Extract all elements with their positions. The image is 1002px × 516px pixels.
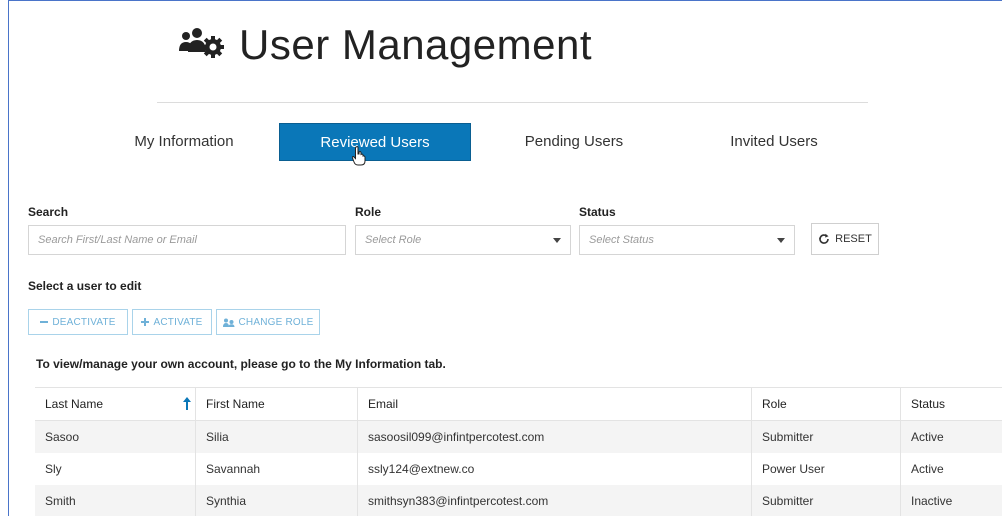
cell-last-name: Sasoo: [45, 430, 80, 444]
cell-first-name: Synthia: [195, 485, 357, 516]
tab-invited-users[interactable]: Invited Users: [699, 123, 849, 161]
role-select-placeholder: Select Role: [365, 234, 422, 246]
sort-ascending-icon[interactable]: [183, 397, 191, 410]
tab-bar: My Information Reviewed Users Pending Us…: [9, 123, 1002, 161]
cell-role: Submitter: [751, 485, 900, 516]
cell-status: Active: [900, 453, 1002, 485]
app-window: User Management My Information Reviewed …: [8, 0, 1002, 516]
change-role-label: CHANGE ROLE: [238, 316, 314, 328]
account-note: To view/manage your own account, please …: [36, 357, 446, 371]
cell-status: Active: [900, 421, 1002, 453]
cell-first-name: Savannah: [195, 453, 357, 485]
cell-last-name: Sly: [45, 462, 62, 476]
chevron-down-icon: [553, 238, 561, 243]
column-header-status[interactable]: Status: [900, 388, 1002, 420]
page-title: User Management: [239, 21, 592, 68]
deactivate-button[interactable]: DEACTIVATE: [28, 309, 128, 335]
tab-my-information[interactable]: My Information: [109, 123, 259, 161]
page-header: User Management: [177, 15, 592, 75]
hand-cursor-icon: [352, 146, 366, 166]
reset-label: RESET: [835, 233, 872, 245]
status-select-placeholder: Select Status: [589, 234, 654, 246]
users-icon: [222, 318, 234, 327]
column-header-role[interactable]: Role: [751, 388, 900, 420]
table-row[interactable]: Sly Savannah ssly124@extnew.co Power Use…: [35, 453, 1002, 485]
tab-pending-users[interactable]: Pending Users: [499, 123, 649, 161]
change-role-button[interactable]: CHANGE ROLE: [216, 309, 320, 335]
users-gear-icon: [179, 28, 224, 58]
reset-button[interactable]: RESET: [811, 223, 879, 255]
plus-icon: [141, 318, 150, 326]
cell-role: Submitter: [751, 421, 900, 453]
cell-last-name: Smith: [45, 494, 76, 508]
column-header-email[interactable]: Email: [357, 388, 751, 420]
cell-status: Inactive: [900, 485, 1002, 516]
table-row[interactable]: Smith Synthia smithsyn383@infintpercotes…: [35, 485, 1002, 516]
status-label: Status: [579, 205, 616, 219]
cell-email: smithsyn383@infintpercotest.com: [357, 485, 751, 516]
column-header-last-name[interactable]: Last Name: [35, 388, 195, 420]
title-divider: [157, 102, 868, 103]
refresh-icon: [819, 233, 829, 244]
table-header-row: Last Name First Name Email Role Status: [35, 388, 1002, 421]
column-header-first-name[interactable]: First Name: [195, 388, 357, 420]
search-label: Search: [28, 205, 69, 219]
cell-email: sasoosil099@infintpercotest.com: [357, 421, 751, 453]
role-select[interactable]: Select Role: [355, 225, 571, 255]
users-table: Last Name First Name Email Role Status S…: [35, 387, 1002, 516]
tab-reviewed-users[interactable]: Reviewed Users: [279, 123, 471, 161]
status-select[interactable]: Select Status: [579, 225, 795, 255]
column-header-label: Last Name: [45, 397, 104, 411]
cell-first-name: Silia: [195, 421, 357, 453]
role-label: Role: [355, 205, 382, 219]
activate-label: ACTIVATE: [153, 316, 203, 328]
activate-button[interactable]: ACTIVATE: [132, 309, 212, 335]
cell-email: ssly124@extnew.co: [357, 453, 751, 485]
table-row[interactable]: Sasoo Silia sasoosil099@infintpercotest.…: [35, 421, 1002, 453]
search-input[interactable]: Search First/Last Name or Email: [28, 225, 346, 255]
chevron-down-icon: [777, 238, 785, 243]
select-user-prompt: Select a user to edit: [28, 279, 142, 293]
minus-icon: [40, 321, 49, 323]
deactivate-label: DEACTIVATE: [52, 316, 116, 328]
cell-role: Power User: [751, 453, 900, 485]
